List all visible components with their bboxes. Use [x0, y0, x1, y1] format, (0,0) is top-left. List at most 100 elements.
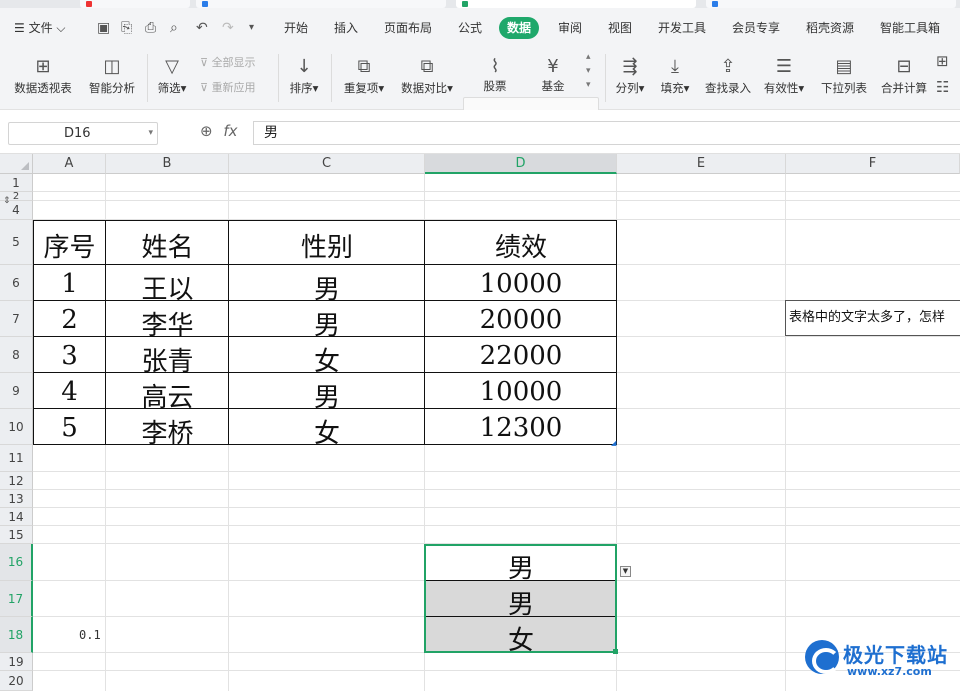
duplicates-button[interactable]: ⧉ 重复项▾: [338, 48, 390, 110]
name-box[interactable]: D16 ▾: [8, 122, 158, 145]
chevron-down-icon[interactable]: ▾: [148, 123, 153, 144]
data-compare-button[interactable]: ⧉ 数据对比▾: [396, 48, 458, 110]
table-cell[interactable]: 男: [229, 305, 425, 342]
column-header-c[interactable]: C: [229, 154, 425, 174]
lookup-entry-button[interactable]: ⇪ 查找录入: [700, 48, 756, 110]
show-all-button[interactable]: ⊽ 全部显示: [200, 54, 256, 70]
column-header-a[interactable]: A: [33, 154, 106, 174]
table-cell[interactable]: 10000: [425, 269, 617, 299]
table-cell[interactable]: 1: [33, 269, 106, 299]
tab-member[interactable]: 会员专享: [732, 17, 780, 39]
row-header-6[interactable]: 6: [0, 265, 33, 301]
column-header-d[interactable]: D: [425, 154, 617, 174]
row-header-12[interactable]: 12: [0, 472, 33, 490]
pivot-table-button[interactable]: ⊞ 数据透视表: [8, 48, 78, 110]
spreadsheet-grid[interactable]: A B C D E F 1 2 4 ⇕ 5 6 7 8 9 10 11 12 1…: [0, 154, 960, 691]
row-header-19[interactable]: 19: [0, 653, 33, 671]
dropdown-list-button[interactable]: ▤ 下拉列表: [814, 48, 874, 110]
table-resize-handle[interactable]: ◢: [611, 439, 616, 447]
file-menu[interactable]: ☰ 文件 ⌵: [14, 17, 66, 39]
table-cell[interactable]: 女: [229, 413, 425, 450]
tab-insert[interactable]: 插入: [334, 17, 358, 39]
table-cell[interactable]: 王以: [106, 269, 229, 306]
cell-a18[interactable]: 0.1: [79, 628, 101, 642]
redo-icon[interactable]: ↷: [222, 19, 234, 37]
note-cell-f7[interactable]: 表格中的文字太多了，怎样: [785, 300, 960, 336]
tab-developer[interactable]: 开发工具: [658, 17, 706, 39]
fund-button[interactable]: ¥ 基金: [528, 48, 578, 110]
validity-button[interactable]: ☰ 有效性▾: [760, 48, 808, 110]
fill-button[interactable]: ⤓ 填充▾: [655, 48, 695, 110]
table-cell[interactable]: 男: [229, 377, 425, 414]
table-cell[interactable]: 22000: [425, 341, 617, 371]
tab-page-layout[interactable]: 页面布局: [384, 17, 432, 39]
row-header-10[interactable]: 10: [0, 409, 33, 445]
row-header-1[interactable]: 1: [0, 174, 33, 192]
row-header-13[interactable]: 13: [0, 490, 33, 508]
print-icon[interactable]: ⎙: [145, 19, 156, 37]
tab-docer[interactable]: 稻壳资源: [806, 17, 854, 39]
row-header-8[interactable]: 8: [0, 337, 33, 373]
row-header-15[interactable]: 15: [0, 526, 33, 544]
fill-handle[interactable]: [613, 649, 618, 654]
tab-formulas[interactable]: 公式: [458, 17, 482, 39]
more-icon[interactable]: ▾: [249, 19, 254, 37]
fx-icon[interactable]: fx: [223, 122, 237, 140]
document-tab[interactable]: [706, 0, 956, 8]
merge-calc-button[interactable]: ⊟ 合并计算: [876, 48, 932, 110]
filter-button[interactable]: ▽ 筛选▾: [152, 48, 192, 110]
document-tab[interactable]: [80, 0, 190, 8]
row-header-16[interactable]: 16: [0, 544, 33, 581]
document-tab[interactable]: [196, 0, 446, 8]
tab-smart-toolbox[interactable]: 智能工具箱: [880, 17, 940, 39]
record-icon[interactable]: ⊞: [936, 52, 949, 70]
dropdown-arrow-icon[interactable]: ▼: [620, 566, 631, 577]
export-icon[interactable]: ⎘: [121, 19, 132, 37]
table-cell[interactable]: 4: [33, 377, 106, 407]
split-column-button[interactable]: ⇶ 分列▾: [610, 48, 650, 110]
header-cell-index[interactable]: 序号: [33, 227, 106, 264]
table-cell[interactable]: 女: [229, 341, 425, 378]
stock-button[interactable]: ⌇ 股票: [470, 48, 520, 110]
reapply-button[interactable]: ⊽ 重新应用: [200, 79, 256, 95]
row-header-20[interactable]: 20: [0, 671, 33, 691]
document-tab-active[interactable]: [456, 0, 696, 8]
row-header-11[interactable]: 11: [0, 445, 33, 472]
scroll-arrows-icon[interactable]: ▴ ▾ ▾: [586, 50, 591, 92]
header-cell-gender[interactable]: 性别: [229, 227, 425, 264]
zoom-icon[interactable]: ⊕: [200, 122, 213, 140]
tab-review[interactable]: 审阅: [558, 17, 582, 39]
tab-view[interactable]: 视图: [608, 17, 632, 39]
preview-icon[interactable]: ⌕: [170, 19, 178, 37]
smart-analysis-button[interactable]: ◫ 智能分析: [84, 48, 140, 110]
column-header-b[interactable]: B: [106, 154, 229, 174]
sort-button[interactable]: ↓ 排序▾: [284, 48, 324, 110]
save-icon[interactable]: ▣: [97, 19, 110, 37]
header-cell-name[interactable]: 姓名: [106, 227, 229, 264]
hidden-row-expand-icon[interactable]: ⇕: [3, 196, 11, 206]
table-cell[interactable]: 2: [33, 305, 106, 335]
table-cell[interactable]: 张青: [106, 341, 229, 378]
formula-input[interactable]: 男: [253, 121, 960, 145]
column-header-f[interactable]: F: [786, 154, 960, 174]
table-cell[interactable]: 10000: [425, 377, 617, 407]
row-header-14[interactable]: 14: [0, 508, 33, 526]
tab-data[interactable]: 数据: [499, 17, 540, 39]
table-cell[interactable]: 5: [33, 413, 106, 443]
table-cell[interactable]: 高云: [106, 377, 229, 414]
select-all-corner[interactable]: [0, 154, 33, 174]
tab-home[interactable]: 开始: [284, 17, 308, 39]
header-cell-performance[interactable]: 绩效: [425, 227, 617, 264]
table-cell[interactable]: 3: [33, 341, 106, 371]
column-header-e[interactable]: E: [617, 154, 786, 174]
row-header-17[interactable]: 17: [0, 581, 33, 617]
form-icon[interactable]: ☷: [936, 78, 949, 96]
row-header-9[interactable]: 9: [0, 373, 33, 409]
table-cell[interactable]: 李华: [106, 305, 229, 342]
row-header-5[interactable]: 5: [0, 220, 33, 265]
table-cell[interactable]: 20000: [425, 305, 617, 335]
row-header-18[interactable]: 18: [0, 617, 33, 653]
table-cell[interactable]: 男: [229, 269, 425, 306]
row-header-7[interactable]: 7: [0, 301, 33, 337]
table-cell[interactable]: 12300: [425, 413, 617, 443]
